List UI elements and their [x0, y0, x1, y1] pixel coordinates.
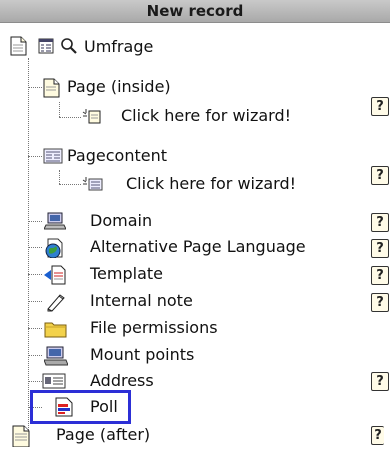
- new-file-permissions-link[interactable]: File permissions: [90, 318, 218, 338]
- tree-branch-line: [28, 247, 42, 248]
- header-title: New record: [146, 2, 244, 20]
- help-icon[interactable]: ?: [371, 239, 389, 258]
- poll-icon: [55, 397, 73, 421]
- tree-branch-line: [28, 221, 42, 222]
- folder-icon: [44, 320, 68, 342]
- list-view-icon[interactable]: [38, 38, 54, 58]
- new-mount-points-link[interactable]: Mount points: [90, 345, 194, 365]
- root-page-title: Umfrage: [84, 37, 154, 56]
- help-icon[interactable]: ?: [371, 372, 389, 391]
- tree-branch-line: [28, 381, 42, 382]
- content-element-icon: [43, 148, 63, 168]
- wizard-link[interactable]: Click here for wizard!: [126, 174, 296, 194]
- new-domain-link[interactable]: Domain: [90, 211, 152, 231]
- help-icon[interactable]: ?: [371, 293, 389, 312]
- new-page-after-link[interactable]: Page (after): [56, 425, 150, 445]
- new-page-inside-link[interactable]: Page (inside): [67, 77, 171, 97]
- note-icon: [44, 292, 66, 316]
- help-icon[interactable]: ?: [371, 166, 389, 185]
- wizard-content-icon: [82, 176, 104, 196]
- tree-branch-line: [28, 156, 42, 157]
- tree-branch-line: [28, 87, 42, 88]
- tree-sub-line: [59, 102, 60, 117]
- help-icon[interactable]: ?: [371, 213, 389, 232]
- help-icon[interactable]: ?: [371, 97, 389, 116]
- wizard-link[interactable]: Click here for wizard!: [121, 106, 291, 126]
- new-poll-link[interactable]: Poll: [90, 397, 118, 417]
- new-alt-language-link[interactable]: Alternative Page Language: [90, 237, 306, 257]
- globe-icon: [44, 238, 66, 262]
- new-pagecontent-link[interactable]: Pagecontent: [67, 146, 167, 166]
- tree-branch-line: [28, 301, 42, 302]
- page-icon: [10, 36, 27, 60]
- new-template-link[interactable]: Template: [90, 264, 163, 284]
- help-icon[interactable]: ?: [371, 266, 389, 285]
- search-icon[interactable]: [60, 37, 78, 59]
- mount-point-icon: [43, 346, 69, 370]
- tree-branch-line: [59, 184, 81, 185]
- tree-sub-line: [59, 170, 60, 184]
- tree-branch-line: [28, 355, 42, 356]
- page-icon: [43, 78, 60, 102]
- help-icon[interactable]: ?: [371, 426, 384, 445]
- domain-icon: [43, 212, 67, 234]
- tree-branch-line: [59, 117, 81, 118]
- template-icon: [44, 265, 66, 289]
- new-internal-note-link[interactable]: Internal note: [90, 291, 193, 311]
- wizard-page-icon: [82, 108, 102, 128]
- page-icon: [10, 425, 32, 451]
- tree-branch-line: [28, 274, 42, 275]
- new-record-header: New record: [0, 0, 390, 23]
- new-address-link[interactable]: Address: [90, 371, 154, 391]
- tree-branch-line: [28, 328, 42, 329]
